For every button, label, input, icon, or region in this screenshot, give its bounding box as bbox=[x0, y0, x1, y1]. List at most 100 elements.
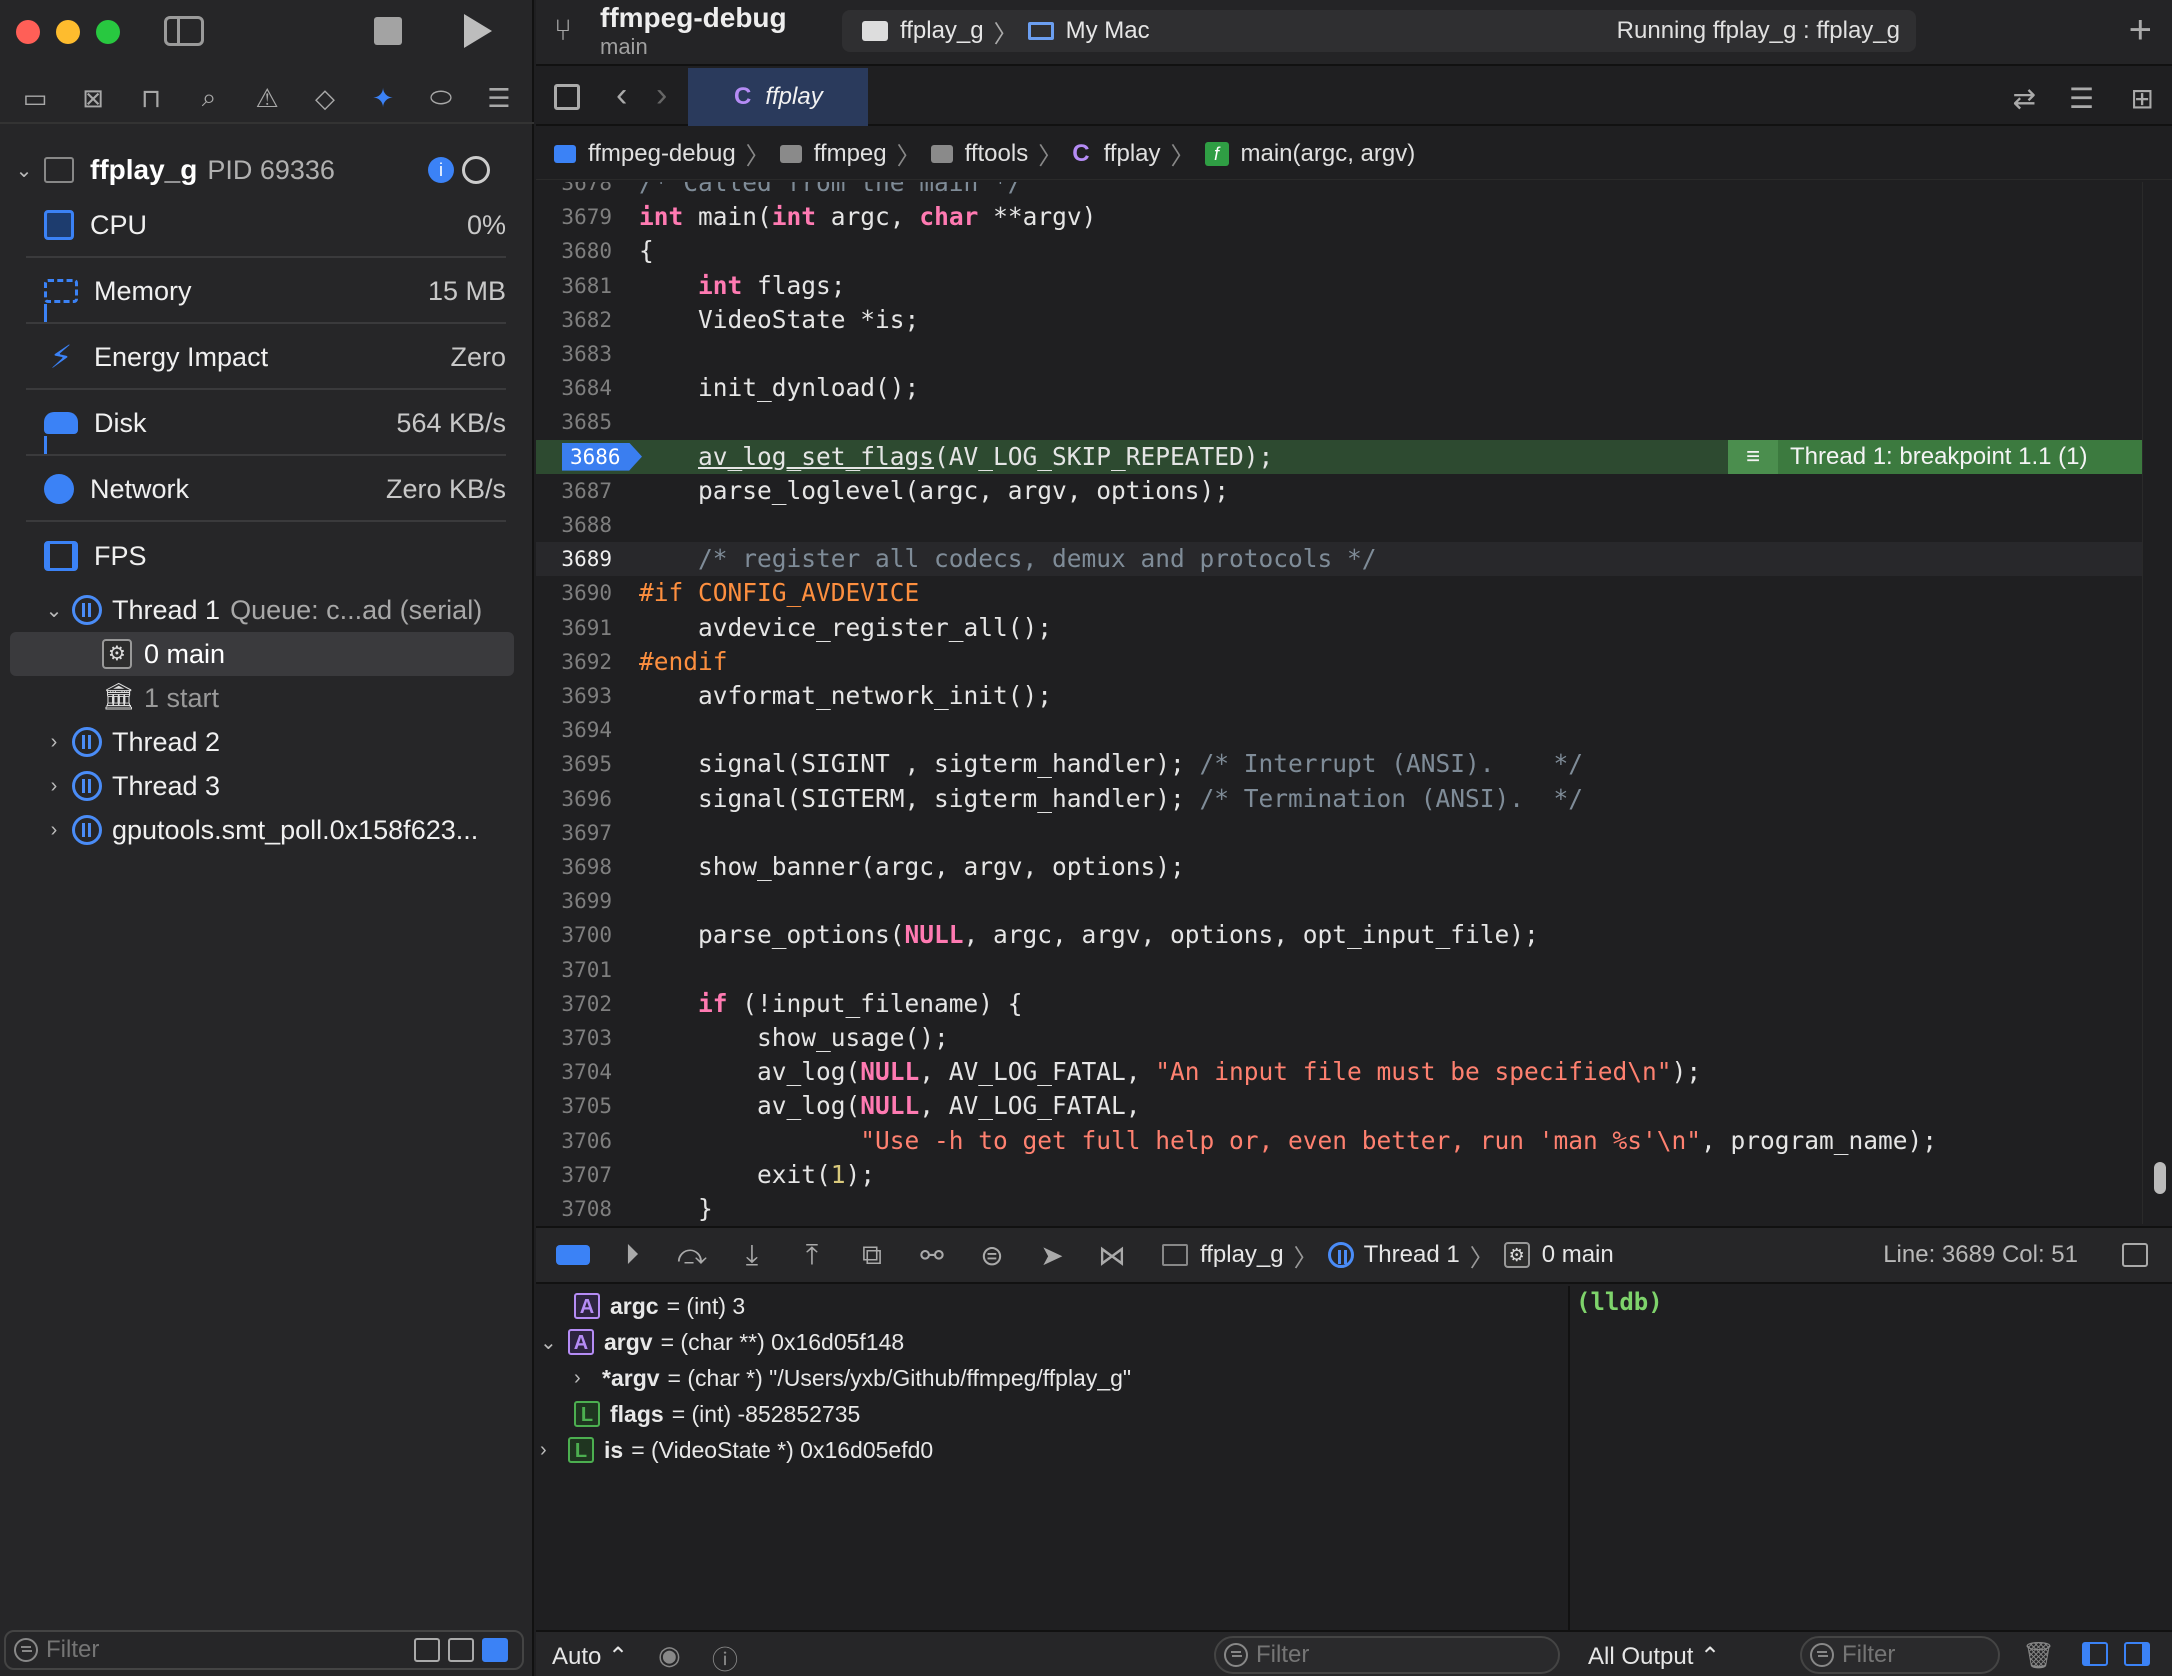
code-line[interactable]: 3703 show_usage(); bbox=[536, 1021, 2142, 1055]
add-editor-icon[interactable]: ⊞ bbox=[2131, 82, 2154, 115]
stack-frame-1[interactable]: 🏛 1 start bbox=[0, 676, 534, 720]
step-over-icon[interactable]: ⤼ bbox=[674, 1239, 710, 1270]
code-line[interactable]: 3693 avformat_network_init(); bbox=[536, 679, 2142, 713]
line-number[interactable]: 3707 bbox=[536, 1158, 612, 1192]
simulate-location-icon[interactable]: ➤ bbox=[1034, 1240, 1070, 1271]
line-number[interactable]: 3679 bbox=[536, 200, 612, 234]
close-window-button[interactable] bbox=[16, 20, 40, 44]
chevron-down-icon[interactable]: ⌄ bbox=[12, 158, 36, 183]
chevron-right-icon[interactable]: › bbox=[42, 731, 66, 754]
code-line[interactable]: 3698 show_banner(argc, argv, options); bbox=[536, 850, 2142, 884]
sidebar-filter[interactable] bbox=[4, 1630, 524, 1670]
line-number[interactable]: 3705 bbox=[536, 1089, 612, 1123]
line-number[interactable]: 3704 bbox=[536, 1055, 612, 1089]
info-icon[interactable]: i bbox=[428, 157, 454, 183]
code-line[interactable]: 3696 signal(SIGTERM, sigterm_handler); /… bbox=[536, 782, 2142, 816]
code-line[interactable]: 3692 #endif bbox=[536, 645, 2142, 679]
editor-options-icon[interactable]: ☰ bbox=[2069, 82, 2094, 115]
code-line[interactable]: 3684 init_dynload(); bbox=[536, 371, 2142, 405]
chevron-right-icon[interactable]: › bbox=[574, 1367, 596, 1390]
debug-crumb-frame[interactable]: 0 main bbox=[1542, 1241, 1614, 1269]
breakpoint-marker[interactable]: 3686 bbox=[562, 442, 642, 471]
variable-row[interactable]: › *argv = (char *) "/Users/yxb/Github/ffmp… bbox=[574, 1360, 1131, 1396]
code-line[interactable]: 3690 #if CONFIG_AVDEVICE bbox=[536, 576, 2142, 610]
report-icon[interactable]: ☰ bbox=[482, 81, 516, 115]
output-selector[interactable]: All Output ⌃ bbox=[1588, 1642, 1720, 1671]
info-icon[interactable]: ⓘ bbox=[712, 1640, 738, 1676]
warning-icon[interactable]: ⚠ bbox=[250, 81, 284, 115]
code-line[interactable]: 3678 /* Called from the main */ bbox=[536, 182, 2142, 200]
step-out-icon[interactable]: ⤒ bbox=[794, 1239, 830, 1270]
code-line[interactable]: 3687 parse_loglevel(argc, argv, options)… bbox=[536, 474, 2142, 508]
line-number[interactable]: 3681 bbox=[536, 269, 612, 303]
console-filter-input[interactable] bbox=[1842, 1641, 1982, 1669]
lldb-console[interactable]: (lldb) bbox=[1572, 1286, 2172, 1630]
code-line[interactable]: 3704 av_log(NULL, AV_LOG_FATAL, "An inpu… bbox=[536, 1055, 2142, 1089]
project-name[interactable]: ffmpeg-debug bbox=[600, 2, 787, 34]
line-number[interactable]: 3700 bbox=[536, 918, 612, 952]
code-line[interactable]: 3699 bbox=[536, 884, 2142, 918]
gauge-cpu[interactable]: CPU 0% bbox=[26, 194, 506, 258]
chevron-right-icon[interactable]: › bbox=[42, 775, 66, 798]
code-line[interactable]: 3695 signal(SIGINT , sigterm_handler); /… bbox=[536, 747, 2142, 781]
breadcrumb-folder-ffmpeg[interactable]: ffmpeg bbox=[779, 140, 887, 168]
code-line[interactable]: 3680 { bbox=[536, 234, 2142, 268]
line-number[interactable]: 3696 bbox=[536, 782, 612, 816]
code-line[interactable]: 3679 int main(int argc, char **argv) bbox=[536, 200, 2142, 234]
gauge-disk[interactable]: Disk 564 KB/s bbox=[26, 392, 506, 456]
show-console-icon[interactable] bbox=[2124, 1642, 2150, 1666]
code-line[interactable]: 3707 exit(1); bbox=[536, 1158, 2142, 1192]
line-number[interactable]: 3703 bbox=[536, 1021, 612, 1055]
swap-icon[interactable]: ⇄ bbox=[2013, 82, 2036, 115]
filter-option-icon[interactable] bbox=[448, 1638, 474, 1662]
line-number[interactable]: 3683 bbox=[536, 337, 612, 371]
code-line[interactable]: 3708 } bbox=[536, 1192, 2142, 1224]
line-number[interactable]: 3690 bbox=[536, 576, 612, 610]
step-into-icon[interactable]: ⤓ bbox=[734, 1239, 770, 1270]
line-number[interactable]: 3678 bbox=[536, 182, 612, 200]
breadcrumb-file[interactable]: Cffplay bbox=[1072, 140, 1160, 168]
destination-name[interactable]: My Mac bbox=[1066, 17, 1150, 45]
console-toggle-icon[interactable] bbox=[2122, 1243, 2148, 1267]
line-number[interactable]: 3689 bbox=[536, 542, 612, 576]
folder-icon[interactable]: ▭ bbox=[18, 81, 52, 115]
breakpoint-annotation[interactable]: ≡ Thread 1: breakpoint 1.1 (1) bbox=[1728, 439, 2142, 474]
line-number[interactable]: 3682 bbox=[536, 303, 612, 337]
search-icon[interactable]: ⌕ bbox=[192, 81, 226, 115]
line-number[interactable]: 3701 bbox=[536, 953, 612, 987]
chevron-right-icon[interactable]: › bbox=[540, 1439, 562, 1462]
source-control-icon[interactable]: ⊠ bbox=[76, 81, 110, 115]
line-number[interactable]: 3680 bbox=[536, 234, 612, 268]
line-number[interactable]: 3687 bbox=[536, 474, 612, 508]
line-number[interactable]: 3697 bbox=[536, 816, 612, 850]
breakpoints-toggle-icon[interactable] bbox=[556, 1245, 590, 1265]
line-number[interactable]: 3693 bbox=[536, 679, 612, 713]
line-number[interactable]: 3699 bbox=[536, 884, 612, 918]
trash-icon[interactable]: 🗑 bbox=[2022, 1640, 2055, 1671]
add-icon[interactable]: + bbox=[2129, 8, 2152, 53]
line-number[interactable]: 3692 bbox=[536, 645, 612, 679]
run-button[interactable] bbox=[464, 14, 492, 48]
sidebar-toggle-icon[interactable] bbox=[164, 16, 204, 46]
process-row[interactable]: ⌄ ffplay_g PID 69336 i bbox=[0, 150, 534, 190]
code-line[interactable]: 3701 bbox=[536, 953, 2142, 987]
chevron-down-icon[interactable]: ⌄ bbox=[42, 598, 66, 623]
breadcrumb-project[interactable]: ffmpeg-debug bbox=[554, 140, 736, 168]
code-line[interactable]: 3683 bbox=[536, 337, 2142, 371]
thread-row-1[interactable]: ⌄ Thread 1 Queue: c...ad (serial) bbox=[0, 588, 534, 632]
line-number[interactable]: 3695 bbox=[536, 747, 612, 781]
memory-graph-icon[interactable]: ⚯ bbox=[914, 1240, 950, 1271]
line-number[interactable]: 3685 bbox=[536, 405, 612, 439]
variable-row[interactable]: ⌄ Aargv = (char **) 0x16d05f148 bbox=[540, 1324, 904, 1360]
eye-icon[interactable]: ◉ bbox=[658, 1640, 681, 1671]
continue-icon[interactable]: ⏵ bbox=[614, 1239, 650, 1270]
source-editor[interactable]: 3678 /* Called from the main */ 3679 int ma… bbox=[536, 182, 2142, 1224]
forward-icon[interactable]: › bbox=[656, 76, 667, 115]
thread-row-gputools[interactable]: › gputools.smt_poll.0x158f623... bbox=[0, 808, 534, 852]
gauge-network[interactable]: Network Zero KB/s bbox=[26, 458, 506, 522]
gauge-energy[interactable]: ⚡ Energy Impact Zero bbox=[26, 326, 506, 390]
code-line[interactable]: 3688 bbox=[536, 508, 2142, 542]
code-line[interactable]: 3681 int flags; bbox=[536, 269, 2142, 303]
related-items-icon[interactable] bbox=[554, 84, 580, 110]
breakpoint-icon[interactable]: ⬭ bbox=[424, 81, 458, 115]
